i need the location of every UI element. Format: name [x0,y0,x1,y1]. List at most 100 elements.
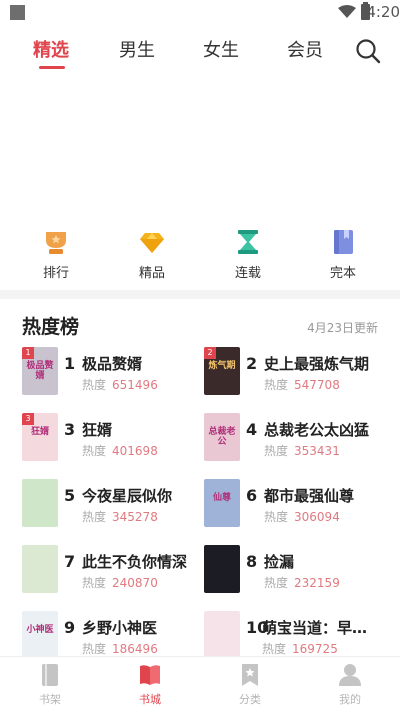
wifi-icon [338,5,356,18]
heat-value: 401698 [112,444,158,458]
book-cover[interactable]: 3 狂婿 [22,413,58,461]
user-icon [339,664,361,686]
rank-number: 7 [64,552,76,571]
ranking-item[interactable]: 总裁老公 4 总裁老公太凶猛热度 353431 [204,413,384,463]
nav-label: 书架 [39,693,61,706]
nav-label: 我的 [339,693,361,706]
heat-label: 热度 [264,444,289,458]
book-title[interactable]: 乡野小神医 [82,617,157,638]
tab-male[interactable]: 男生 [119,36,155,62]
heat-label: 热度 [82,576,107,590]
ranking-item[interactable]: 7 此生不负你情深热度 240870 [22,545,202,595]
rank-badge: 3 [22,413,34,425]
heat-info: 热度 345278 [82,508,158,525]
book-cover-title: 总裁老公 [208,427,236,447]
book-cover-title: 极品赘婿 [26,361,54,381]
book-cover-title: 炼气期 [208,361,236,371]
heat-value: 651496 [112,378,158,392]
book-cover[interactable] [204,545,240,593]
ranking-item[interactable]: 3 狂婿 3 狂婿 热度 401698 [22,413,202,463]
heat-info: 热度 240870 [82,574,158,591]
notification-icon [10,5,25,20]
book-title[interactable]: 总裁老公太凶猛 [264,419,369,440]
ranking-item[interactable]: 1 极品赘婿 1 极品赘婿 热度 651496 [22,347,202,397]
book-title[interactable]: 捡漏 [264,551,294,572]
rank-number: 6 [246,486,258,505]
rank-badge: 2 [204,347,216,359]
status-time: 4:20 [366,3,400,21]
tab-female[interactable]: 女生 [203,36,239,62]
section-divider [0,290,400,299]
heat-info: 热度 169725 [262,640,338,657]
nav-label: 书城 [139,693,161,706]
shortcut-label: 完本 [329,266,356,281]
ranking-item[interactable]: 仙尊 6 都市最强仙尊热度 306094 [204,479,384,529]
ranking-item[interactable]: 2 炼气期 2 史上最强炼气期热度 547708 [204,347,384,397]
book-title[interactable]: 史上最强炼气期 [264,353,369,374]
book-cover[interactable]: 仙尊 [204,479,240,527]
heat-info: 热度 306094 [264,508,340,525]
shortcut-label: 精品 [138,266,165,281]
heat-label: 热度 [264,378,289,392]
ranking-update-date: 4月23日更新 [307,321,378,335]
book-title[interactable]: 都市最强仙尊 [264,485,354,506]
book-cover-title: 狂婿 [30,427,49,437]
search-icon[interactable] [355,38,381,64]
nav-bookshelf[interactable]: 书架 [20,663,80,707]
heat-value: 353431 [294,444,340,458]
shortcut-completed[interactable]: 完本 [313,228,373,281]
rank-number: 4 [246,420,258,439]
category-shortcuts: 排行 精品 连载 完本 [0,228,400,288]
ranking-item[interactable]: 小神医 9 乡野小神医 热度 186496 [22,611,202,661]
book-title[interactable]: 狂婿 [82,419,112,440]
book-cover-title: 仙尊 [212,493,231,503]
book-cover[interactable]: 2 炼气期 [204,347,240,395]
bookshelf-icon [42,664,58,686]
top-tabs: 精选 男生 女生 会员 [0,30,400,70]
book-cover-title: 小神医 [26,625,54,635]
rank-number: 8 [246,552,258,571]
heat-info: 热度 353431 [264,442,340,459]
heat-info: 热度 401698 [82,442,158,459]
heat-value: 169725 [292,642,338,656]
ranking-item[interactable]: 10 萌宝当道：早安… 热度 169725 [204,611,384,661]
bookmark-star-icon [242,664,258,686]
ranking-item[interactable]: 8 捡漏 热度 232159 [204,545,384,595]
rank-badge: 1 [22,347,34,359]
nav-profile[interactable]: 我的 [320,663,380,707]
ranking-title: 热度榜 [22,316,80,338]
book-title[interactable]: 极品赘婿 [82,353,142,374]
rank-number: 2 [246,354,258,373]
nav-category[interactable]: 分类 [220,663,280,707]
active-tab-indicator [39,66,65,69]
shortcut-premium[interactable]: 精品 [122,228,182,281]
book-cover[interactable]: 总裁老公 [204,413,240,461]
heat-label: 热度 [264,576,289,590]
book-title[interactable]: 萌宝当道：早安… [262,617,380,638]
book-cover[interactable] [22,545,58,593]
heat-label: 热度 [264,510,289,524]
book-cover[interactable] [204,611,240,659]
book-cover[interactable]: 小神医 [22,611,58,659]
book-icon [334,230,353,254]
book-title[interactable]: 今夜星辰似你 [82,485,172,506]
bottom-nav: 书架 书城 分类 我的 [0,656,400,710]
heat-value: 345278 [112,510,158,524]
heat-value: 186496 [112,642,158,656]
book-cover[interactable]: 1 极品赘婿 [22,347,58,395]
shortcut-ranking[interactable]: 排行 [26,228,86,281]
nav-bookstore[interactable]: 书城 [120,663,180,707]
book-cover[interactable] [22,479,58,527]
shortcut-label: 排行 [42,266,69,281]
heat-info: 热度 547708 [264,376,340,393]
trophy-icon [46,232,66,254]
shortcut-label: 连载 [234,266,261,281]
tab-featured[interactable]: 精选 [33,36,69,62]
book-title[interactable]: 此生不负你情深 [82,551,187,572]
tab-member[interactable]: 会员 [287,36,323,62]
ranking-item[interactable]: 5 今夜星辰似你 热度 345278 [22,479,202,529]
status-bar: 4:20 [0,0,400,24]
heat-label: 热度 [82,378,107,392]
heat-info: 热度 186496 [82,640,158,657]
shortcut-serializing[interactable]: 连载 [218,228,278,281]
